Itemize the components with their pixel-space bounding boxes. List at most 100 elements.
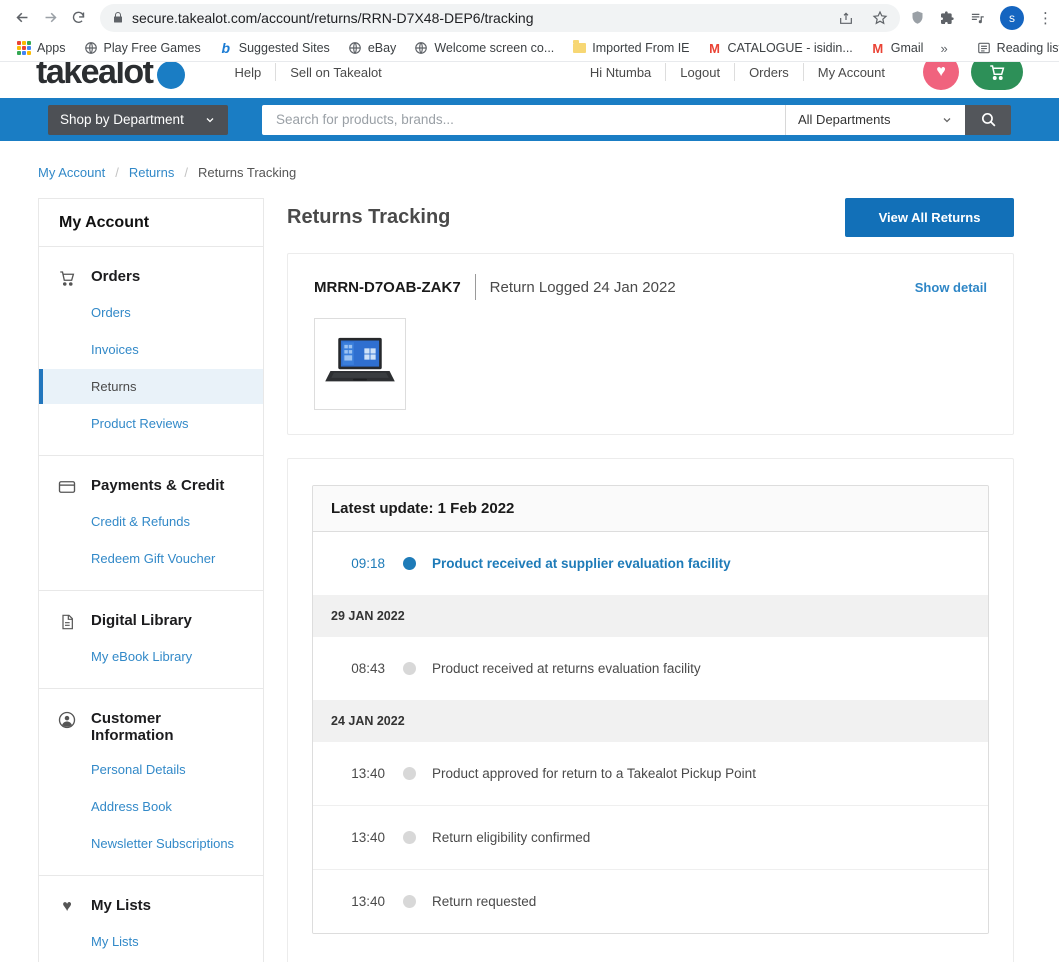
bookmark-item[interactable]: Welcome screen co... [407, 38, 561, 58]
sidebar-title: My Account [39, 199, 263, 247]
latest-update-header: Latest update: 1 Feb 2022 [313, 486, 988, 532]
nav-sell-on-takealot[interactable]: Sell on Takealot [276, 65, 396, 80]
sidebar-item-product-reviews[interactable]: Product Reviews [39, 406, 263, 441]
sidebar-item-returns[interactable]: Returns [39, 369, 263, 404]
gmail-icon: M [871, 41, 885, 55]
breadcrumb-current: Returns Tracking [198, 165, 296, 180]
logo-dot-icon [157, 62, 185, 89]
sidebar-section-title: Payments & Credit [91, 477, 224, 494]
chevron-down-icon [941, 114, 953, 126]
breadcrumb: My Account / Returns / Returns Tracking [0, 141, 1059, 198]
sidebar-item-my-lists[interactable]: My Lists [39, 924, 263, 959]
share-icon[interactable] [838, 10, 854, 26]
timeline-event: 08:43 Product received at returns evalua… [313, 637, 988, 700]
nav-logout[interactable]: Logout [666, 65, 734, 80]
all-departments-select[interactable]: All Departments [785, 105, 965, 135]
nav-my-account[interactable]: My Account [804, 65, 899, 80]
event-text: Product received at returns evaluation f… [432, 661, 701, 676]
timeline-event: 13:40 Return eligibility confirmed [313, 805, 988, 869]
bookmark-star-icon[interactable] [872, 10, 888, 26]
sidebar-section-digital-library: Digital Library My eBook Library [39, 590, 263, 688]
forward-icon[interactable] [36, 4, 64, 32]
top-nav-left: Help Sell on Takealot [221, 63, 396, 81]
bing-icon: b [219, 41, 233, 55]
globe-icon [348, 41, 362, 55]
cart-button[interactable] [971, 62, 1023, 90]
breadcrumb-returns[interactable]: Returns [129, 165, 175, 180]
gmail-icon: M [708, 41, 722, 55]
bookmarks-overflow-chevron[interactable]: » [934, 41, 953, 56]
sidebar-item-orders[interactable]: Orders [39, 295, 263, 330]
event-time: 13:40 [343, 894, 385, 909]
chevron-down-icon [204, 114, 216, 126]
search-bar: Shop by Department All Departments [0, 98, 1059, 141]
page-title: Returns Tracking [287, 198, 450, 229]
breadcrumb-my-account[interactable]: My Account [38, 165, 105, 180]
bookmark-item[interactable]: M Gmail [864, 38, 931, 58]
view-all-returns-button[interactable]: View All Returns [845, 198, 1014, 237]
tracking-timeline-card: Latest update: 1 Feb 2022 09:18 Product … [287, 458, 1014, 962]
bookmarks-bar: Apps Play Free Games b Suggested Sites e… [0, 35, 1059, 62]
product-thumbnail-laptop [314, 318, 406, 410]
reading-list-button[interactable]: Reading list [970, 38, 1059, 58]
chrome-menu-icon[interactable]: ⋮ [1038, 9, 1053, 27]
heart-icon: ♥ [57, 898, 77, 916]
timeline-date-band: 29 JAN 2022 [313, 595, 988, 637]
refresh-icon[interactable] [64, 4, 92, 32]
search-submit-button[interactable] [965, 105, 1011, 135]
event-text: Product received at supplier evaluation … [432, 556, 731, 571]
sidebar-section-orders: Orders Orders Invoices Returns Product R… [39, 247, 263, 455]
top-nav-right: Hi Ntumba Logout Orders My Account ♥ [576, 62, 1023, 90]
cart-icon [57, 269, 77, 287]
sidebar-item-redeem-gift-voucher[interactable]: Redeem Gift Voucher [39, 541, 263, 576]
status-dot [403, 895, 416, 908]
sidebar-section-payments: Payments & Credit Credit & Refunds Redee… [39, 455, 263, 590]
address-bar[interactable]: secure.takealot.com/account/returns/RRN-… [100, 4, 900, 32]
browser-toolbar: secure.takealot.com/account/returns/RRN-… [0, 0, 1059, 35]
sidebar-item-personal-details[interactable]: Personal Details [39, 752, 263, 787]
sidebar-item-my-ebook-library[interactable]: My eBook Library [39, 639, 263, 674]
url-text: secure.takealot.com/account/returns/RRN-… [132, 10, 838, 26]
event-time: 13:40 [343, 830, 385, 845]
sidebar-section-title: Digital Library [91, 612, 192, 629]
status-dot-active [403, 557, 416, 570]
shop-by-department-button[interactable]: Shop by Department [48, 105, 228, 135]
wishlist-heart-icon[interactable]: ♥ [923, 62, 959, 90]
search-input[interactable] [262, 105, 785, 135]
reading-list-icon [977, 41, 991, 55]
takealot-logo[interactable]: takealot [36, 62, 185, 92]
profile-avatar[interactable]: s [1000, 6, 1024, 30]
sidebar-item-newsletter-subscriptions[interactable]: Newsletter Subscriptions [39, 826, 263, 861]
nav-help[interactable]: Help [221, 65, 276, 80]
bookmark-item[interactable]: M CATALOGUE - isidin... [701, 38, 860, 58]
sidebar-section-title: Customer Information [91, 710, 201, 744]
back-icon[interactable] [8, 4, 36, 32]
event-text: Product approved for return to a Takealo… [432, 766, 756, 781]
sidebar-section-customer-information: Customer Information Personal Details Ad… [39, 688, 263, 875]
show-detail-link[interactable]: Show detail [915, 280, 987, 295]
return-summary-card: MRRN-D7OAB-ZAK7 Return Logged 24 Jan 202… [287, 253, 1014, 435]
shield-extension-icon[interactable] [910, 9, 925, 26]
sidebar-section-title: My Lists [91, 897, 151, 914]
timeline-date-band: 24 JAN 2022 [313, 700, 988, 742]
playlist-extension-icon[interactable] [969, 10, 986, 25]
sidebar-item-invoices[interactable]: Invoices [39, 332, 263, 367]
sidebar-item-address-book[interactable]: Address Book [39, 789, 263, 824]
return-logged-date: Return Logged 24 Jan 2022 [490, 279, 676, 296]
bookmark-folder[interactable]: Imported From IE [565, 38, 696, 58]
event-text: Return eligibility confirmed [432, 830, 590, 845]
return-number: MRRN-D7OAB-ZAK7 [314, 279, 461, 296]
bookmark-item[interactable]: eBay [341, 38, 404, 58]
bookmark-item[interactable]: b Suggested Sites [212, 38, 337, 58]
event-time: 13:40 [343, 766, 385, 781]
nav-orders[interactable]: Orders [735, 65, 803, 80]
sidebar-item-credit-refunds[interactable]: Credit & Refunds [39, 504, 263, 539]
sidebar-section-my-lists: ♥ My Lists My Lists +Create a List [39, 875, 263, 962]
timeline-event: 13:40 Product approved for return to a T… [313, 742, 988, 805]
status-dot [403, 662, 416, 675]
bookmark-apps[interactable]: Apps [10, 38, 73, 58]
person-icon [57, 711, 77, 729]
site-header: takealot Help Sell on Takealot Hi Ntumba… [0, 62, 1059, 98]
bookmark-item[interactable]: Play Free Games [77, 38, 208, 58]
extensions-puzzle-icon[interactable] [939, 10, 955, 26]
